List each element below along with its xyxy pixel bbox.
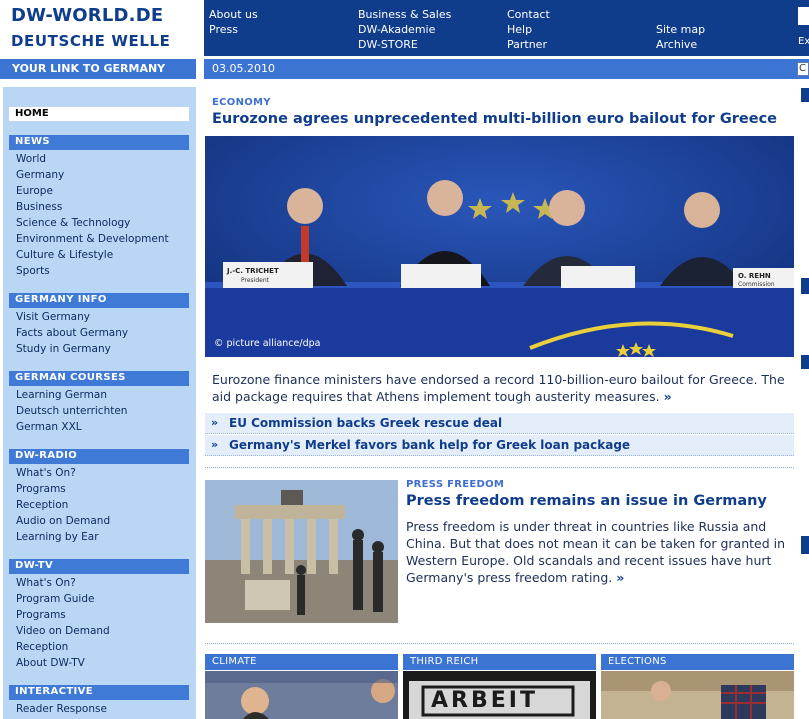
elections-photo[interactable] — [601, 671, 794, 719]
nav-about-us[interactable]: About us — [209, 7, 258, 22]
lead-more-link[interactable]: » — [664, 389, 672, 404]
press-conference-image — [205, 136, 794, 357]
sidebar-item-radio-reception[interactable]: Reception — [16, 499, 68, 512]
current-date: 03.05.2010 — [212, 62, 275, 75]
search-label: Ex — [798, 36, 809, 47]
nav-business-sales[interactable]: Business & Sales — [358, 7, 451, 22]
sidebar-heading-dw-radio[interactable]: DW-RADIO — [9, 449, 189, 464]
sidebar-heading-news[interactable]: NEWS — [9, 135, 189, 150]
elections-image — [601, 671, 794, 719]
sidebar-item-science-technology[interactable]: Science & Technology — [16, 217, 130, 230]
related-link-merkel[interactable]: » Germany's Merkel favors bank help for … — [205, 435, 794, 456]
top-navigation: About us Press Business & Sales DW-Akade… — [204, 0, 809, 56]
divider — [205, 643, 794, 644]
related-arrow-icon: » — [211, 416, 219, 429]
second-headline[interactable]: Press freedom remains an issue in German… — [406, 493, 767, 509]
second-more-link[interactable]: » — [616, 570, 624, 585]
sidebar-item-tv-whats-on[interactable]: What's On? — [16, 577, 76, 590]
sidebar-item-study-in-germany[interactable]: Study in Germany — [16, 343, 111, 356]
tagline-bar: YOUR LINK TO GERMANY — [0, 59, 196, 79]
sidebar-item-audio-on-demand[interactable]: Audio on Demand — [16, 515, 110, 528]
lead-teaser-text: Eurozone finance ministers have endorsed… — [212, 372, 785, 404]
nav-site-map[interactable]: Site map — [656, 22, 705, 37]
sidebar-heading-germany-info[interactable]: GERMANY INFO — [9, 293, 189, 308]
site-logo[interactable]: DW-WORLD.DE DEUTSCHE WELLE — [0, 0, 200, 56]
sidebar-item-germany[interactable]: Germany — [16, 169, 64, 182]
sidebar-item-europe[interactable]: Europe — [16, 185, 53, 198]
sidebar-item-radio-programs[interactable]: Programs — [16, 483, 66, 496]
sidebar-item-home[interactable]: HOME — [9, 107, 189, 121]
second-teaser-text: Press freedom is under threat in countri… — [406, 519, 786, 585]
logo-subtitle: DEUTSCHE WELLE — [11, 32, 171, 50]
arbeit-sign-text: ARBEIT — [431, 688, 538, 713]
sidebar-item-video-on-demand[interactable]: Video on Demand — [16, 625, 110, 638]
nav-contact[interactable]: Contact — [507, 7, 550, 22]
name-plate-trichet-role: President — [241, 277, 269, 284]
sidebar-item-tv-reception[interactable]: Reception — [16, 641, 68, 654]
lead-teaser: Eurozone finance ministers have endorsed… — [212, 371, 792, 405]
related-link-text[interactable]: Germany's Merkel favors bank help for Gr… — [229, 438, 630, 452]
lead-photo[interactable]: J.-C. TRICHET President O. REHN Commissi… — [205, 136, 794, 357]
sidebar-heading-german-courses[interactable]: GERMAN COURSES — [9, 371, 189, 386]
sidebar-item-deutsch-unterrichten[interactable]: Deutsch unterrichten — [16, 405, 127, 418]
nav-archive[interactable]: Archive — [656, 37, 697, 52]
sidebar-item-learning-german[interactable]: Learning German — [16, 389, 107, 402]
right-rail-fragment — [801, 536, 809, 554]
date-bar: 03.05.2010 — [204, 59, 809, 79]
divider — [205, 467, 794, 468]
sidebar-item-about-dw-tv[interactable]: About DW-TV — [16, 657, 85, 670]
second-teaser: Press freedom is under threat in countri… — [406, 518, 792, 586]
nav-help[interactable]: Help — [507, 22, 532, 37]
nav-press[interactable]: Press — [209, 22, 238, 37]
right-rail-fragment — [801, 88, 809, 102]
sidebar-item-world[interactable]: World — [16, 153, 46, 166]
name-plate-rehn-role: Commission — [738, 281, 775, 288]
third-reich-photo[interactable]: ARBEIT — [403, 671, 596, 719]
sidebar-item-environment-development[interactable]: Environment & Development — [16, 233, 169, 246]
climate-photo[interactable] — [205, 671, 398, 719]
lead-kicker[interactable]: ECONOMY — [212, 97, 271, 108]
sidebar-item-visit-germany[interactable]: Visit Germany — [16, 311, 90, 324]
name-plate-rehn: O. REHN — [738, 272, 771, 280]
category-elections[interactable]: ELECTIONS — [601, 654, 794, 670]
name-plate-trichet: J.-C. TRICHET — [227, 267, 279, 275]
category-climate[interactable]: CLIMATE — [205, 654, 398, 670]
sidebar-item-tv-programs[interactable]: Programs — [16, 609, 66, 622]
sidebar-item-facts-about-germany[interactable]: Facts about Germany — [16, 327, 128, 340]
related-arrow-icon: » — [211, 438, 219, 451]
related-link-text[interactable]: EU Commission backs Greek rescue deal — [229, 416, 502, 430]
sidebar-item-radio-whats-on[interactable]: What's On? — [16, 467, 76, 480]
sidebar-item-program-guide[interactable]: Program Guide — [16, 593, 94, 606]
right-rail-fragment — [801, 278, 809, 294]
sidebar-item-business[interactable]: Business — [16, 201, 62, 214]
language-select[interactable]: C — [797, 62, 809, 76]
sidebar-heading-dw-tv[interactable]: DW-TV — [9, 559, 189, 574]
second-kicker[interactable]: PRESS FREEDOM — [406, 479, 504, 490]
sidebar-item-german-xxl[interactable]: German XXL — [16, 421, 82, 434]
right-rail-fragment — [801, 355, 809, 369]
sidebar-item-culture-lifestyle[interactable]: Culture & Lifestyle — [16, 249, 113, 262]
sidebar-heading-interactive[interactable]: INTERACTIVE — [9, 685, 189, 700]
climate-image — [205, 671, 398, 719]
search-field[interactable] — [798, 7, 809, 25]
photo-credit: © picture alliance/dpa — [214, 338, 321, 349]
nav-dw-akademie[interactable]: DW-Akademie — [358, 22, 435, 37]
lead-headline[interactable]: Eurozone agrees unprecedented multi-bill… — [212, 111, 777, 127]
logo-wordmark: DW-WORLD.DE — [11, 5, 164, 26]
press-freedom-photo[interactable] — [205, 480, 398, 623]
sidebar-item-reader-response[interactable]: Reader Response — [16, 703, 107, 716]
sidebar-item-sports[interactable]: Sports — [16, 265, 50, 278]
category-third-reich[interactable]: THIRD REICH — [403, 654, 596, 670]
brandenburg-gate-image — [205, 480, 398, 623]
nav-partner[interactable]: Partner — [507, 37, 547, 52]
nav-dw-store[interactable]: DW-STORE — [358, 37, 418, 52]
sidebar-item-learning-by-ear[interactable]: Learning by Ear — [16, 531, 99, 544]
related-link-eu-commission[interactable]: » EU Commission backs Greek rescue deal — [205, 413, 794, 434]
